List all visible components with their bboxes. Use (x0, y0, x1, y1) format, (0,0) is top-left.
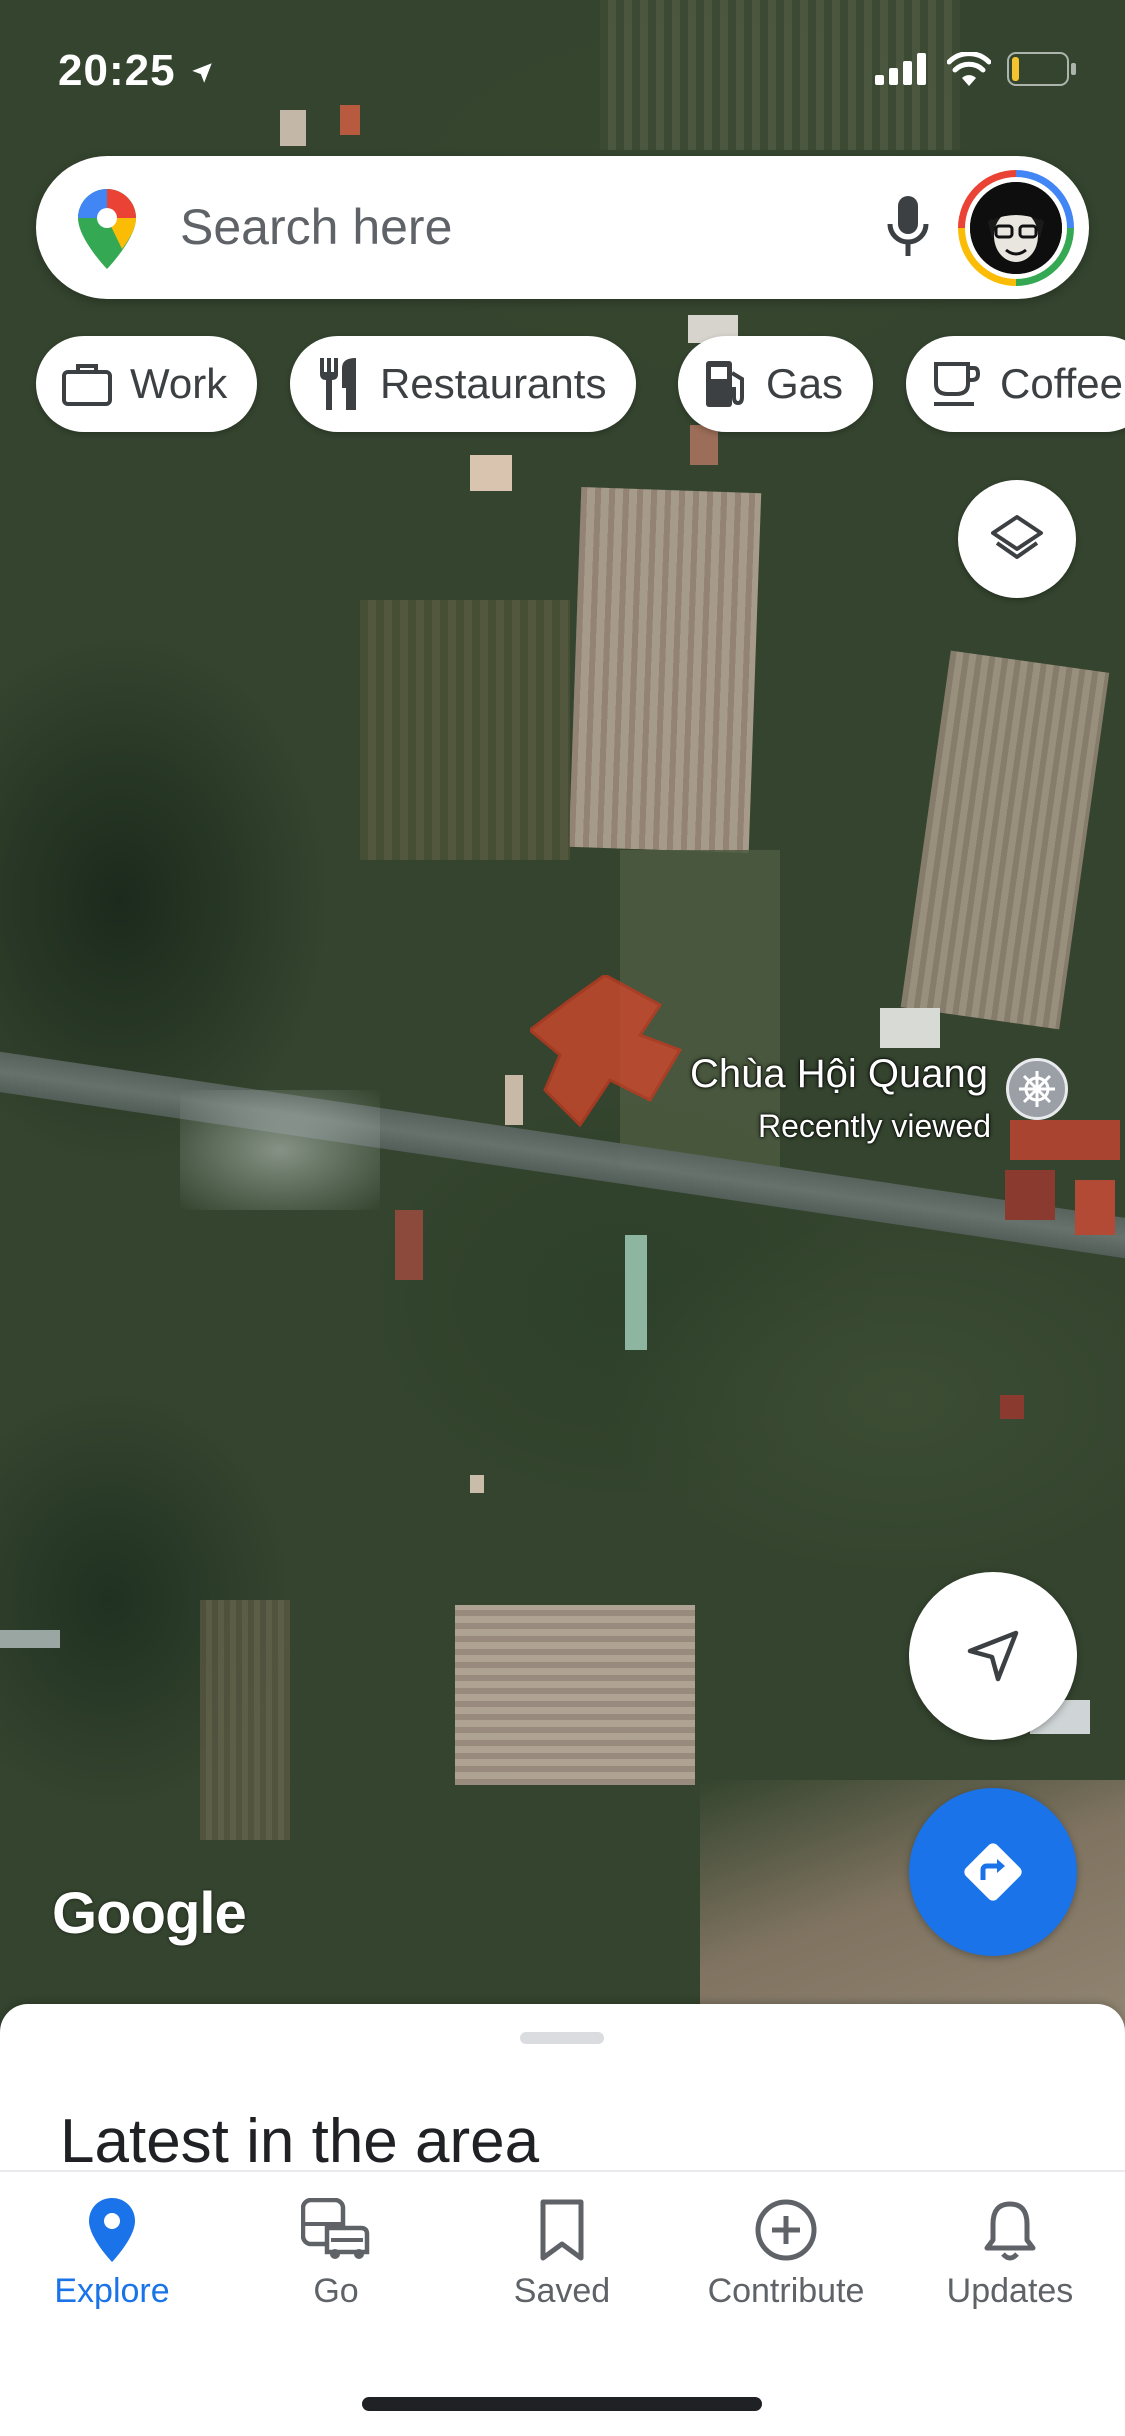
nav-label: Updates (946, 2272, 1074, 2310)
chip-gas[interactable]: Gas (678, 336, 874, 432)
chip-label: Gas (766, 360, 844, 407)
chip-restaurants[interactable]: Restaurants (290, 336, 637, 432)
temple-wheel-icon[interactable] (1006, 1058, 1068, 1120)
avatar-image (970, 182, 1062, 274)
map-field (200, 1600, 290, 1840)
chip-label: Coffee (1000, 360, 1123, 407)
home-indicator[interactable] (362, 2397, 762, 2411)
wifi-icon (947, 52, 991, 86)
location-arrow-icon (192, 63, 212, 84)
bell-icon (984, 2201, 1036, 2261)
map-building (880, 1008, 940, 1048)
map-building (470, 1475, 484, 1493)
directions-icon (964, 1843, 1022, 1901)
map-building (690, 425, 718, 465)
parcel-highlight (530, 975, 683, 1128)
search-input[interactable] (180, 186, 820, 268)
nav-label: Go (313, 2272, 359, 2310)
gas-pump-icon (706, 361, 744, 407)
map-field (568, 486, 762, 854)
map-building (0, 1630, 60, 1648)
google-maps-pin-icon (78, 189, 136, 269)
map-building (1000, 1395, 1024, 1419)
map-building (625, 1235, 647, 1350)
nav-updates[interactable]: Updates (910, 2198, 1110, 2311)
place-label[interactable]: Chùa Hội Quang (690, 1052, 988, 1097)
bookmark-icon (540, 2199, 584, 2261)
directions-button[interactable] (909, 1788, 1077, 1956)
map-building (1075, 1180, 1115, 1235)
satellite-map[interactable] (0, 0, 1125, 2050)
sheet-title: Latest in the area (60, 2107, 540, 2176)
nav-go[interactable]: Go (236, 2198, 436, 2311)
microphone-icon[interactable] (886, 196, 930, 260)
location-pin-icon (89, 2198, 135, 2262)
signal-icon (875, 53, 926, 85)
maps-screen: 20:25 Search here Work Restaurants Gas C… (0, 0, 1125, 2436)
map-building (395, 1210, 423, 1280)
map-building (340, 105, 360, 135)
map-building (505, 1075, 523, 1125)
status-icons (875, 52, 1077, 86)
commute-icon (301, 2198, 370, 2259)
navigation-arrow-icon (967, 1630, 1019, 1682)
map-building (1005, 1170, 1055, 1220)
place-subtitle: Recently viewed (758, 1108, 991, 1144)
add-circle-icon (755, 2199, 817, 2261)
search-bar[interactable] (36, 156, 1089, 299)
layers-button[interactable] (958, 480, 1076, 598)
map-field (360, 600, 570, 860)
nav-explore[interactable]: Explore (12, 2198, 212, 2311)
layers-icon (991, 515, 1043, 559)
sheet-handle[interactable] (520, 2032, 604, 2044)
chip-label: Work (130, 360, 228, 407)
map-field (455, 1605, 695, 1785)
avatar[interactable] (958, 170, 1074, 286)
status-time: 20:25 (58, 46, 215, 96)
map-field (900, 650, 1110, 1030)
nav-label: Saved (513, 2272, 611, 2310)
google-logo: Google (52, 1881, 247, 1946)
map-building (280, 110, 306, 146)
map-building (470, 455, 512, 491)
nav-contribute[interactable]: Contribute (686, 2198, 886, 2311)
my-location-button[interactable] (909, 1572, 1077, 1740)
battery-icon (1007, 52, 1076, 86)
chip-label: Restaurants (380, 360, 607, 407)
coffee-cup-icon (934, 362, 981, 406)
nav-label: Contribute (707, 2272, 865, 2310)
fork-knife-icon (320, 358, 356, 410)
nav-label: Explore (54, 2272, 170, 2310)
map-haze (180, 1090, 380, 1210)
map-building (1010, 1120, 1120, 1160)
chip-coffee[interactable]: Coffee (906, 336, 1125, 432)
nav-saved[interactable]: Saved (462, 2198, 662, 2311)
briefcase-icon (62, 364, 112, 406)
chip-work[interactable]: Work (36, 336, 258, 432)
